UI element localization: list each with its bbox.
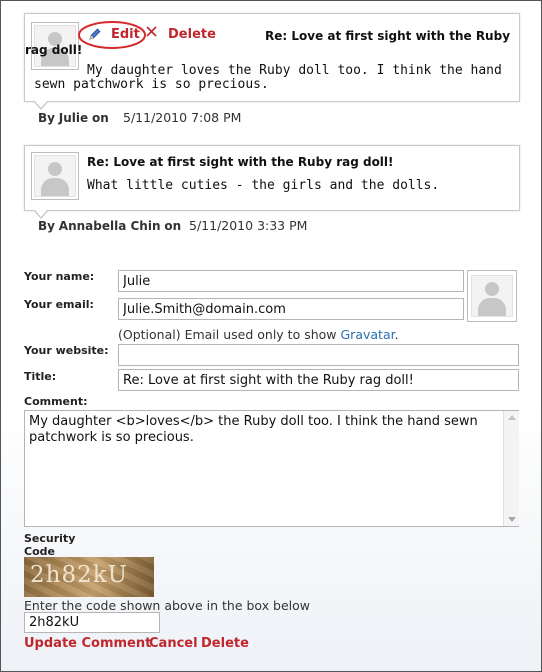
cancel-button[interactable]: Cancel bbox=[149, 636, 198, 651]
title-input[interactable] bbox=[118, 369, 519, 391]
comment-textarea[interactable] bbox=[24, 410, 519, 527]
comment-body: My daughter loves the Ruby doll too. I t… bbox=[34, 63, 502, 92]
by-label: By bbox=[38, 111, 55, 125]
security-code-label: Security Code bbox=[24, 532, 75, 558]
email-note-text: (Optional) Email used only to show bbox=[118, 327, 337, 342]
website-input[interactable] bbox=[118, 344, 519, 366]
bubble-tail bbox=[33, 100, 49, 110]
scroll-up-arrow-icon[interactable] bbox=[508, 415, 516, 420]
on-label: on bbox=[164, 219, 182, 233]
captcha-hint: Enter the code shown above in the box be… bbox=[24, 598, 311, 613]
bubble-tail bbox=[33, 209, 49, 219]
comment-date: 5/11/2010 3:33 PM bbox=[189, 218, 308, 233]
comment-byline: By Julie on bbox=[38, 111, 109, 125]
captcha-text: 2h82kU bbox=[30, 562, 129, 588]
delete-x-icon[interactable] bbox=[146, 26, 157, 37]
comment-author: Annabella Chin bbox=[58, 219, 161, 233]
email-note: (Optional) Email used only to show Grava… bbox=[118, 327, 399, 342]
name-label: Your name: bbox=[24, 270, 95, 283]
email-input[interactable] bbox=[118, 298, 464, 320]
comment-body: What little cuties - the girls and the d… bbox=[87, 178, 440, 193]
comment-date: 5/11/2010 7:08 PM bbox=[123, 110, 242, 125]
captcha-input[interactable] bbox=[24, 612, 160, 633]
comment-byline: By Annabella Chin on bbox=[38, 219, 181, 233]
comment-title: Re: Love at first sight with the Ruby ra… bbox=[87, 155, 394, 169]
comment-label: Comment: bbox=[24, 395, 88, 408]
scroll-down-arrow-icon[interactable] bbox=[508, 517, 516, 522]
by-label: By bbox=[38, 219, 55, 233]
title-label: Title: bbox=[24, 370, 57, 383]
name-input[interactable] bbox=[118, 270, 464, 292]
delete-button[interactable]: Delete bbox=[201, 636, 249, 651]
comment-author: Julie bbox=[58, 111, 89, 125]
update-comment-button[interactable]: Update Comment bbox=[24, 636, 151, 651]
textarea-scrollbar[interactable] bbox=[503, 411, 519, 526]
gravatar-link[interactable]: Gravatar bbox=[341, 327, 395, 342]
email-note-period: . bbox=[394, 327, 399, 342]
website-label: Your website: bbox=[24, 344, 109, 357]
edit-link[interactable]: Edit bbox=[111, 27, 140, 42]
comment-bubble-2: Re: Love at first sight with the Ruby ra… bbox=[24, 145, 520, 219]
pencil-icon[interactable] bbox=[88, 27, 102, 41]
gravatar-preview bbox=[467, 270, 517, 322]
security-label-line1: Security bbox=[24, 532, 76, 545]
email-label: Your email: bbox=[24, 298, 94, 311]
delete-link[interactable]: Delete bbox=[168, 27, 216, 42]
captcha-image: 2h82kU bbox=[24, 557, 154, 597]
on-label: on bbox=[92, 111, 109, 125]
avatar bbox=[31, 152, 79, 200]
